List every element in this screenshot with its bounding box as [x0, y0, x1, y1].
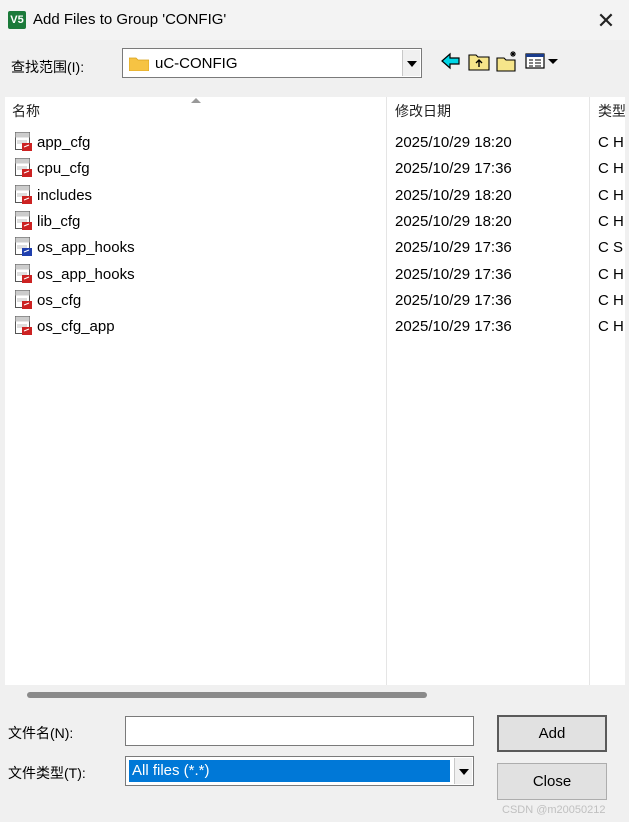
list-item[interactable]: cpu_cfg 2025/10/29 17:36 C H [5, 155, 625, 181]
list-item[interactable]: app_cfg 2025/10/29 18:20 C H [5, 129, 625, 155]
column-header-date[interactable]: 修改日期 [395, 101, 451, 123]
file-name: lib_cfg [37, 212, 81, 230]
file-date: 2025/10/29 18:20 [395, 134, 512, 151]
filetype-label: 文件类型(T): [8, 765, 86, 781]
file-date: 2025/10/29 18:20 [395, 186, 512, 204]
file-name: os_app_hooks [37, 265, 135, 283]
chevron-down-icon[interactable] [454, 758, 472, 784]
watermark: CSDN @m20050212 [502, 804, 606, 816]
folder-icon [129, 57, 149, 71]
list-item[interactable]: os_app_hooks 2025/10/29 17:36 C S [5, 234, 625, 260]
add-button[interactable]: Add [497, 715, 607, 752]
column-header-type[interactable]: 类型 [598, 101, 625, 123]
c-header-file-icon [15, 289, 32, 309]
filename-label: 文件名(N): [8, 725, 74, 741]
scrollbar-thumb[interactable] [27, 692, 427, 698]
file-date: 2025/10/29 17:36 [395, 318, 512, 336]
file-date: 2025/10/29 17:36 [395, 160, 512, 178]
file-type: C H [598, 318, 624, 336]
filetype-value: All files (*.*) [129, 760, 450, 782]
c-header-file-icon [15, 184, 32, 204]
c-header-file-icon [15, 316, 32, 336]
c-header-file-icon [15, 132, 32, 151]
file-name: os_cfg [37, 291, 82, 309]
list-item[interactable]: os_cfg_app 2025/10/29 17:36 C H [5, 313, 625, 339]
file-date: 2025/10/29 17:36 [395, 239, 512, 257]
filename-input[interactable] [125, 716, 474, 746]
lookin-label: 查找范围(I): [11, 59, 85, 75]
file-type: C H [598, 212, 624, 230]
close-icon[interactable]: ✕ [590, 8, 622, 34]
file-type: C H [598, 291, 624, 309]
new-folder-icon[interactable] [495, 50, 519, 72]
file-type: C S [598, 239, 624, 257]
list-item[interactable]: lib_cfg 2025/10/29 18:20 C H [5, 208, 625, 234]
window-title: Add Files to Group 'CONFIG' [33, 11, 227, 28]
c-header-file-icon [15, 263, 32, 283]
list-item[interactable]: os_cfg 2025/10/29 17:36 C H [5, 287, 625, 313]
sort-ascending-icon [191, 98, 201, 103]
lookin-dropdown[interactable]: uC-CONFIG [122, 48, 422, 78]
file-name: cpu_cfg [37, 160, 90, 178]
back-icon[interactable] [439, 50, 463, 72]
file-date: 2025/10/29 17:36 [395, 291, 512, 309]
file-type: C H [598, 134, 624, 151]
file-name: app_cfg [37, 134, 91, 151]
file-type: C H [598, 186, 624, 204]
list-item[interactable]: os_app_hooks 2025/10/29 17:36 C H [5, 261, 625, 287]
file-date: 2025/10/29 18:20 [395, 212, 512, 230]
lookin-value: uC-CONFIG [155, 55, 238, 72]
file-type: C H [598, 160, 624, 178]
view-menu-icon[interactable] [524, 50, 560, 72]
file-name: os_cfg_app [37, 318, 115, 336]
file-list[interactable]: 名称 修改日期 类型 app_cfg 2025/10/29 18:20 C Hcpu… [5, 97, 625, 685]
file-name: os_app_hooks [37, 239, 135, 257]
file-name: includes [37, 186, 93, 204]
close-button[interactable]: Close [497, 763, 607, 800]
c-header-file-icon [15, 210, 32, 230]
list-item[interactable]: includes 2025/10/29 18:20 C H [5, 182, 625, 208]
c-header-file-icon [15, 158, 32, 178]
column-header-name[interactable]: 名称 [12, 101, 40, 123]
chevron-down-icon[interactable] [402, 50, 420, 76]
horizontal-scrollbar[interactable] [5, 685, 625, 703]
app-icon: V5 [8, 11, 26, 29]
filetype-dropdown[interactable]: All files (*.*) [125, 756, 474, 786]
file-type: C H [598, 265, 624, 283]
c-source-file-icon [15, 237, 32, 257]
up-folder-icon[interactable] [467, 50, 491, 72]
file-date: 2025/10/29 17:36 [395, 265, 512, 283]
